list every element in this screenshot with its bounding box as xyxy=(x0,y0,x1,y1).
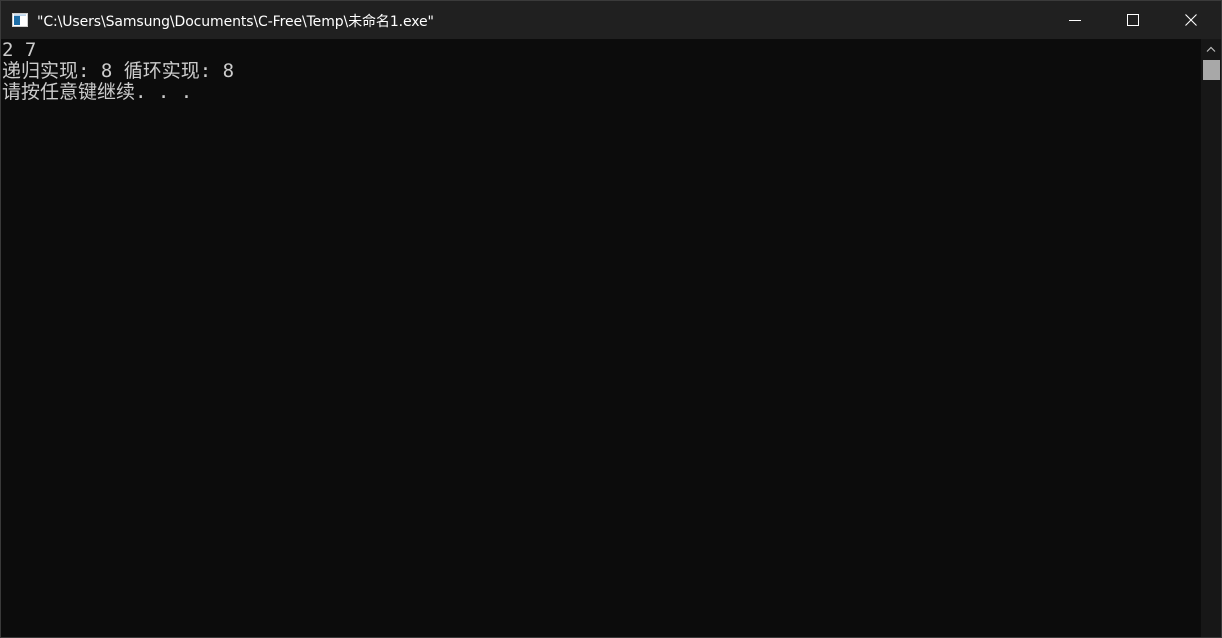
title-bar[interactable]: "C:\Users\Samsung\Documents\C-Free\Temp\… xyxy=(1,0,1221,39)
window-title: "C:\Users\Samsung\Documents\C-Free\Temp\… xyxy=(37,14,434,30)
console-line: 请按任意键继续. . . xyxy=(2,81,193,103)
minimize-icon xyxy=(1069,20,1081,21)
vertical-scrollbar[interactable] xyxy=(1201,39,1221,637)
console-line: 递归实现: 8 循环实现: 8 xyxy=(2,60,235,82)
maximize-icon xyxy=(1127,14,1139,26)
console-output[interactable]: 2 7 递归实现: 8 循环实现: 8 请按任意键继续. . . xyxy=(1,39,1201,637)
scroll-up-button[interactable] xyxy=(1201,39,1221,59)
console-line: 2 7 xyxy=(2,39,37,61)
close-icon xyxy=(1185,14,1197,26)
chevron-up-icon xyxy=(1206,46,1216,52)
console-window: "C:\Users\Samsung\Documents\C-Free\Temp\… xyxy=(0,0,1222,638)
scrollbar-thumb[interactable] xyxy=(1203,60,1220,80)
console-app-icon[interactable] xyxy=(12,13,28,27)
minimize-button[interactable] xyxy=(1046,1,1104,39)
close-button[interactable] xyxy=(1162,1,1220,39)
maximize-button[interactable] xyxy=(1104,1,1162,39)
